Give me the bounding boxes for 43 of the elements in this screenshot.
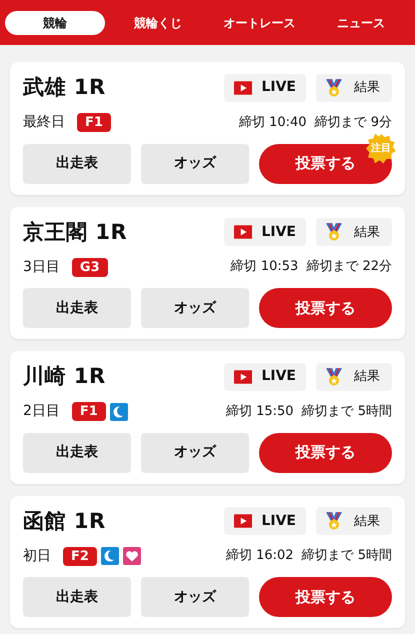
- race-day: 最終日: [23, 112, 65, 133]
- odds-button[interactable]: オッズ: [141, 288, 249, 328]
- deadline-time: 締切 10:53: [230, 258, 298, 276]
- time-remaining: 締切まで 22分: [306, 258, 392, 276]
- race-title: 函館 1R: [23, 508, 106, 534]
- deadline-time: 締切 15:50: [226, 402, 294, 421]
- race-title: 京王閣 1R: [23, 218, 128, 246]
- tab[interactable]: ニュース: [312, 10, 410, 34]
- race-day: 3日目: [23, 256, 60, 278]
- grade-badge: G3: [72, 258, 108, 276]
- bet-button[interactable]: 投票する: [259, 288, 392, 328]
- live-button[interactable]: LIVE: [224, 74, 306, 102]
- tab[interactable]: 競輪くじ: [109, 10, 207, 34]
- entries-button[interactable]: 出走表: [23, 432, 131, 472]
- entries-button[interactable]: 出走表: [23, 288, 131, 328]
- race-day: 2日目: [23, 401, 60, 422]
- tab[interactable]: 競輪: [5, 10, 105, 34]
- odds-button[interactable]: オッズ: [141, 144, 249, 184]
- bet-button[interactable]: 投票する: [259, 432, 392, 472]
- odds-button[interactable]: オッズ: [141, 577, 249, 617]
- race-day: 初日: [23, 546, 51, 566]
- live-button[interactable]: LIVE: [224, 507, 306, 536]
- live-button[interactable]: LIVE: [224, 362, 306, 391]
- time-remaining: 締切まで 5時間: [302, 402, 392, 421]
- grade-badge: F1: [77, 113, 111, 132]
- result-button[interactable]: 結果: [316, 507, 392, 536]
- deadline-time: 締切 16:02: [226, 547, 294, 566]
- odds-button[interactable]: オッズ: [141, 432, 249, 472]
- result-button[interactable]: 結果: [316, 218, 392, 246]
- grade-badge: F2: [63, 546, 97, 566]
- entries-button[interactable]: 出走表: [23, 577, 131, 617]
- time-remaining: 締切まで 9分: [314, 114, 392, 132]
- tab[interactable]: オートレース: [210, 10, 308, 34]
- bet-button[interactable]: 投票する: [259, 577, 392, 617]
- race-title: 川崎 1R: [23, 363, 106, 390]
- grade-badge: F1: [72, 402, 106, 421]
- live-button[interactable]: LIVE: [224, 218, 306, 246]
- result-button[interactable]: 結果: [316, 362, 392, 391]
- entries-button[interactable]: 出走表: [23, 144, 131, 184]
- deadline-time: 締切 10:40: [238, 114, 307, 132]
- result-button[interactable]: 結果: [316, 74, 392, 102]
- race-title: 武雄 1R: [23, 74, 106, 101]
- time-remaining: 締切まで 5時間: [302, 547, 392, 566]
